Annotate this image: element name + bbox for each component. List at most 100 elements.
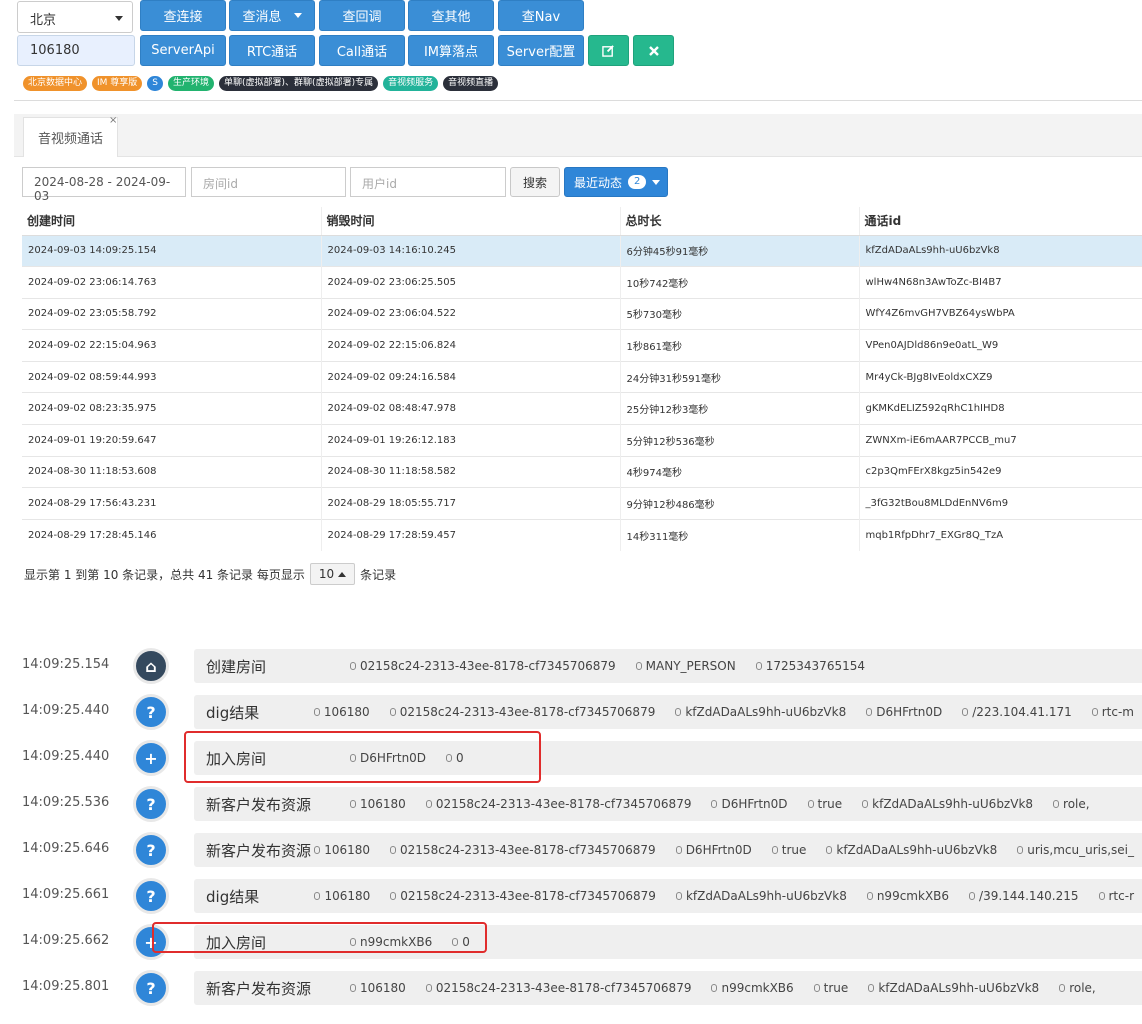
- question-icon: ?: [133, 878, 169, 914]
- question-icon: ?: [133, 970, 169, 1006]
- lightbulb-icon: [425, 984, 432, 992]
- event-field-value: role,: [1069, 981, 1096, 995]
- duration-cell: 1秒861毫秒: [619, 329, 859, 362]
- question-icon: ?: [133, 786, 169, 822]
- event-field-value: D6HFrtn0D: [685, 843, 752, 857]
- timeline-event[interactable]: dig结果 106180 02158c24-2313-43ee-8178-cf734…: [194, 695, 1142, 729]
- im-landing-button[interactable]: IM算落点: [408, 35, 494, 66]
- plus-icon: +: [133, 740, 169, 776]
- query-message-button[interactable]: 查消息: [229, 0, 315, 31]
- column-header-created[interactable]: 创建时间: [22, 207, 321, 236]
- query-nav-button[interactable]: 查Nav: [498, 0, 584, 31]
- call-id-cell: _3fG32tBou8MLDdEnNV6m9: [858, 487, 1142, 520]
- date-range-input[interactable]: 2024-08-28 - 2024-09-03: [22, 167, 186, 203]
- user-id-input[interactable]: 用户id: [350, 167, 506, 197]
- timeline-event[interactable]: 创建房间 02158c24-2313-43ee-8178-cf7345706879…: [194, 649, 1142, 683]
- pagination-suffix: 条记录: [360, 567, 397, 582]
- call-id-cell: WfY4Z6mvGH7VBZ64ysWbPA: [858, 297, 1142, 330]
- tab-bar: [14, 114, 1142, 157]
- call-id-cell: wlHw4N68n3AwToZc-BI4B7: [858, 266, 1142, 299]
- table-row[interactable]: 2024-08-29 17:56:43.231 2024-08-29 18:05:…: [22, 487, 1142, 520]
- lightbulb-icon: [389, 708, 396, 716]
- event-field-value: 106180: [324, 843, 371, 857]
- lightbulb-icon: [969, 892, 976, 900]
- table-row[interactable]: 2024-09-02 08:59:44.993 2024-09-02 09:24:…: [22, 360, 1142, 393]
- lightbulb-icon: [711, 984, 718, 992]
- event-title: 新客户发布资源: [206, 841, 312, 860]
- app-id-input[interactable]: 106180: [17, 35, 135, 66]
- lightbulb-icon: [350, 984, 356, 992]
- page-size-value: 10: [318, 567, 335, 581]
- edit-icon: [602, 45, 614, 57]
- server-config-button[interactable]: Server配置: [498, 35, 584, 66]
- event-field: 02158c24-2313-43ee-8178-cf7345706879: [389, 705, 656, 719]
- event-title: 创建房间: [206, 657, 267, 676]
- event-field: true: [813, 981, 848, 995]
- destroyed-time-cell: 2024-09-02 09:24:16.584: [320, 360, 620, 393]
- rtc-call-button[interactable]: RTC通话: [229, 35, 315, 66]
- table-row[interactable]: 2024-09-02 22:15:04.963 2024-09-02 22:15:…: [22, 329, 1142, 362]
- lightbulb-icon: [1091, 708, 1098, 716]
- column-header-destroyed[interactable]: 销毁时间: [320, 207, 620, 236]
- tab-av-call[interactable]: 音视频通话: [23, 117, 118, 157]
- query-connection-button[interactable]: 查连接: [140, 0, 226, 31]
- column-header-call-id[interactable]: 通话id: [858, 207, 1142, 236]
- event-field-value: 02158c24-2313-43ee-8178-cf7345706879: [399, 705, 656, 719]
- page-size-select[interactable]: 10: [309, 563, 356, 585]
- destroyed-time-cell: 2024-09-03 14:16:10.245: [320, 234, 620, 267]
- caret-down-icon: [652, 179, 661, 185]
- room-id-input[interactable]: 房间id: [191, 167, 346, 197]
- event-field: 106180: [350, 981, 406, 995]
- table-row[interactable]: 2024-09-02 08:23:35.975 2024-09-02 08:48:…: [22, 392, 1142, 425]
- env-tag: 生产环境: [168, 76, 215, 91]
- table-row[interactable]: 2024-09-02 23:06:14.763 2024-09-02 23:06:…: [22, 266, 1142, 299]
- table-row[interactable]: 2024-08-30 11:18:53.608 2024-08-30 11:18:…: [22, 455, 1142, 488]
- close-icon[interactable]: ×: [109, 115, 117, 126]
- event-time: 14:09:25.646: [22, 841, 110, 856]
- lightbulb-icon: [1053, 800, 1060, 808]
- query-callback-button[interactable]: 查回调: [319, 0, 405, 31]
- call-id-cell: gKMKdELIZ592qRhC1hIHD8: [858, 392, 1142, 425]
- table-row[interactable]: 2024-08-29 17:28:45.146 2024-08-29 17:28:…: [22, 518, 1142, 551]
- column-header-duration[interactable]: 总时长: [619, 207, 859, 236]
- recent-activity-button[interactable]: 最近动态 2: [564, 167, 668, 197]
- lightbulb-icon: [390, 892, 397, 900]
- timeline-event[interactable]: 新客户发布资源 106180 02158c24-2313-43ee-8178-cf7…: [194, 971, 1142, 1005]
- region-select[interactable]: 北京: [17, 1, 133, 33]
- lightbulb-icon: [1017, 846, 1024, 854]
- event-field-value: /39.144.140.215: [979, 889, 1079, 903]
- divider: [14, 100, 1142, 101]
- event-field: MANY_PERSON: [635, 659, 736, 673]
- timeline-event[interactable]: dig结果 106180 02158c24-2313-43ee-8178-cf734…: [194, 879, 1142, 913]
- event-field-value: 106180: [360, 981, 406, 995]
- search-button[interactable]: 搜索: [510, 167, 560, 197]
- timeline-event[interactable]: 新客户发布资源 106180 02158c24-2313-43ee-8178-cf7…: [194, 833, 1142, 867]
- created-time-cell: 2024-08-29 17:28:45.146: [22, 518, 321, 551]
- event-field: D6HFrtn0D: [675, 843, 752, 857]
- event-field: 106180: [314, 889, 370, 903]
- lightbulb-icon: [350, 662, 356, 670]
- server-api-button[interactable]: ServerApi: [140, 35, 226, 66]
- tools-button[interactable]: [633, 35, 674, 66]
- home-icon: ⌂: [133, 648, 169, 684]
- duration-cell: 5分钟12秒536毫秒: [619, 424, 859, 457]
- env-tag: 单聊(虚拟部署)、群聊(虚拟部署)专属: [219, 76, 379, 91]
- event-field: kfZdADaALs9hh-uU6bzVk8: [826, 843, 997, 857]
- table-row[interactable]: 2024-09-01 19:20:59.647 2024-09-01 19:26:…: [22, 424, 1142, 457]
- event-field: 106180: [314, 843, 370, 857]
- destroyed-time-cell: 2024-08-29 17:28:59.457: [320, 518, 620, 551]
- event-field: 02158c24-2313-43ee-8178-cf7345706879: [425, 981, 691, 995]
- timeline-event[interactable]: 新客户发布资源 106180 02158c24-2313-43ee-8178-cf7…: [194, 787, 1142, 821]
- edit-button[interactable]: [588, 35, 629, 66]
- lightbulb-icon: [425, 800, 432, 808]
- query-other-button[interactable]: 查其他: [408, 0, 494, 31]
- lightbulb-icon: [862, 800, 869, 808]
- event-field: D6HFrtn0D: [711, 797, 788, 811]
- table-header-row: 创建时间 销毁时间 总时长 通话id: [22, 207, 1142, 236]
- event-field-value: /223.104.41.171: [972, 705, 1072, 719]
- created-time-cell: 2024-08-29 17:56:43.231: [22, 487, 321, 520]
- call-button[interactable]: Call通话: [319, 35, 405, 66]
- table-row[interactable]: 2024-09-02 23:05:58.792 2024-09-02 23:06:…: [22, 297, 1142, 330]
- table-row[interactable]: 2024-09-03 14:09:25.154 2024-09-03 14:16:…: [22, 234, 1142, 267]
- event-field: true: [771, 843, 806, 857]
